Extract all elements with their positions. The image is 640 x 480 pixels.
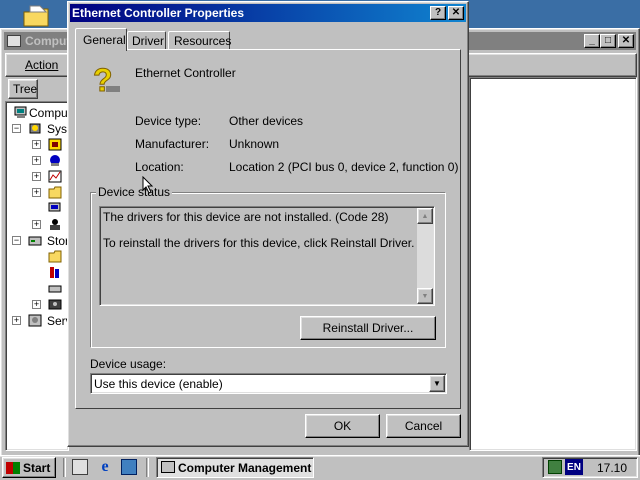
tab-resources-label: Resources — [174, 34, 232, 48]
manufacturer-value: Unknown — [229, 137, 280, 151]
device-manager-icon — [48, 202, 62, 215]
task-separator — [146, 458, 149, 477]
tree-root[interactable]: Comput — [29, 106, 71, 120]
outlook-express-icon[interactable] — [121, 459, 137, 475]
expand-3[interactable]: + — [32, 172, 41, 181]
manufacturer-label: Manufacturer: — [135, 137, 210, 151]
logical-drives-icon — [48, 282, 62, 295]
disk-mgmt-icon — [48, 250, 62, 263]
system-info-icon — [48, 154, 62, 167]
computer-management-icon — [161, 461, 175, 473]
quicklaunch-separator — [63, 458, 66, 477]
defrag-icon — [48, 266, 62, 279]
expand-system[interactable]: − — [12, 124, 21, 133]
cm-app-icon — [7, 35, 21, 47]
device-name: Ethernet Controller — [135, 66, 236, 80]
shared-folders-icon — [48, 186, 62, 199]
event-viewer-icon — [48, 138, 62, 151]
menu-action[interactable]: Action — [25, 58, 58, 72]
local-users-icon — [48, 218, 62, 231]
desktop-folder-icon[interactable] — [22, 4, 52, 28]
cm-minimize-button[interactable]: _ — [584, 34, 600, 48]
internet-explorer-icon[interactable]: e — [97, 459, 113, 475]
device-type-value: Other devices — [229, 114, 304, 128]
device-usage-label: Device usage: — [90, 357, 167, 371]
location-value: Location 2 (PCI bus 0, device 2, functio… — [229, 160, 459, 174]
device-type-label: Device type: — [135, 114, 202, 128]
storage-icon — [28, 234, 42, 247]
scroll-down-icon: ▼ — [421, 292, 429, 300]
expand-4[interactable]: + — [32, 188, 41, 197]
cm-maximize-button[interactable]: □ — [600, 34, 616, 48]
services-icon — [28, 314, 42, 327]
tab-general[interactable]: General — [75, 28, 127, 51]
help-button[interactable]: ? — [430, 6, 446, 20]
network-tray-icon[interactable] — [548, 460, 562, 474]
removable-storage-icon — [48, 298, 62, 311]
unknown-device-icon: ? — [90, 62, 124, 99]
ok-button[interactable]: OK — [305, 414, 380, 438]
expand-services[interactable]: + — [12, 316, 21, 325]
start-button[interactable]: Start — [2, 457, 56, 478]
device-status-legend: Device status — [96, 185, 173, 199]
clock[interactable]: 17.10 — [597, 461, 627, 475]
start-label: Start — [23, 460, 51, 475]
performance-icon — [48, 170, 62, 183]
device-usage-value: Use this device (enable) — [94, 377, 223, 391]
scroll-down-button[interactable]: ▼ — [417, 288, 433, 304]
dialog-title: Ethernet Controller Properties — [72, 6, 245, 20]
mouse-cursor — [142, 175, 154, 194]
taskbar-item-label: Computer Management — [178, 461, 312, 475]
reinstall-driver-button[interactable]: Reinstall Driver... — [300, 316, 436, 340]
windows-logo-icon — [6, 461, 20, 474]
show-desktop-icon[interactable] — [72, 459, 88, 475]
status-line-2: To reinstall the drivers for this device… — [103, 236, 415, 250]
device-usage-dropdown-button[interactable]: ▼ — [429, 375, 445, 392]
tree-storage[interactable]: Stor — [47, 234, 69, 248]
cm-close-button[interactable]: ✕ — [618, 34, 634, 48]
tab-general-label: General — [83, 33, 126, 47]
dialog-close-button[interactable]: ✕ — [448, 6, 464, 20]
scroll-up-icon: ▲ — [421, 212, 429, 220]
system-tools-icon — [28, 122, 42, 135]
chevron-down-icon: ▼ — [433, 379, 441, 388]
location-label: Location: — [135, 160, 184, 174]
status-line-1: The drivers for this device are not inst… — [103, 210, 389, 224]
expand-6[interactable]: + — [32, 300, 41, 309]
tab-driver[interactable]: Driver — [127, 31, 166, 49]
expand-1[interactable]: + — [32, 140, 41, 149]
cm-title: Comput — [25, 34, 71, 48]
scroll-up-button[interactable]: ▲ — [417, 208, 433, 224]
dialog-titlebar: Ethernet Controller Properties — [70, 4, 466, 22]
tab-driver-label: Driver — [132, 34, 164, 48]
expand-5[interactable]: + — [32, 220, 41, 229]
cancel-button[interactable]: Cancel — [386, 414, 461, 438]
tab-tree-label: Tree — [13, 82, 38, 96]
details-pane[interactable] — [469, 77, 637, 451]
taskbar-item-computer-management[interactable]: Computer Management — [156, 457, 314, 478]
computer-icon — [14, 106, 28, 119]
tab-resources[interactable]: Resources — [168, 31, 232, 49]
expand-storage[interactable]: − — [12, 236, 21, 245]
language-indicator[interactable]: EN — [565, 459, 583, 475]
expand-2[interactable]: + — [32, 156, 41, 165]
